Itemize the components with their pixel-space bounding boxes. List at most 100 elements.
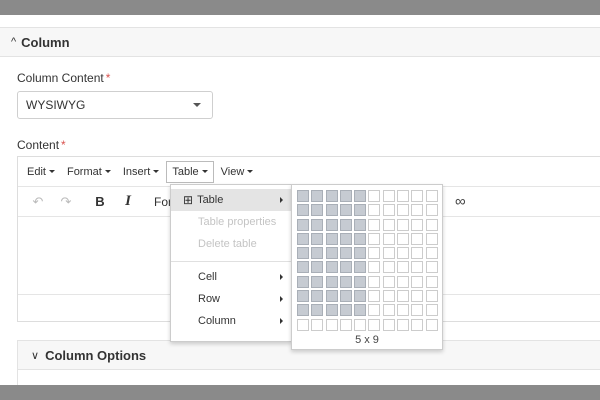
grid-cell[interactable]	[397, 290, 410, 303]
grid-cell[interactable]	[339, 218, 352, 231]
grid-cell[interactable]	[411, 232, 424, 245]
grid-cell[interactable]	[297, 247, 309, 260]
grid-cell[interactable]	[411, 304, 424, 317]
grid-cell[interactable]	[325, 318, 338, 331]
redo-icon[interactable]: ↷	[54, 191, 78, 213]
grid-cell[interactable]	[397, 275, 410, 288]
grid-cell[interactable]	[325, 275, 338, 288]
grid-cell[interactable]	[354, 304, 367, 317]
column-section-header[interactable]: ^ Column	[0, 27, 600, 57]
grid-cell[interactable]	[382, 190, 395, 202]
grid-cell[interactable]	[368, 190, 381, 202]
grid-cell[interactable]	[325, 304, 338, 317]
grid-cell[interactable]	[311, 304, 324, 317]
grid-cell[interactable]	[368, 232, 381, 245]
grid-cell[interactable]	[368, 247, 381, 260]
grid-cell[interactable]	[425, 247, 438, 260]
grid-cell[interactable]	[425, 304, 438, 317]
grid-cell[interactable]	[339, 204, 352, 217]
grid-cell[interactable]	[297, 318, 309, 331]
italic-button[interactable]: I	[116, 191, 140, 213]
menu-table[interactable]: Table	[166, 160, 214, 183]
grid-cell[interactable]	[311, 218, 324, 231]
grid-cell[interactable]	[425, 318, 438, 331]
grid-cell[interactable]	[297, 232, 309, 245]
grid-cell[interactable]	[411, 218, 424, 231]
grid-cell[interactable]	[354, 261, 367, 274]
grid-cell[interactable]	[368, 304, 381, 317]
grid-cell[interactable]	[354, 204, 367, 217]
grid-cell[interactable]	[368, 290, 381, 303]
grid-cell[interactable]	[411, 275, 424, 288]
menu-view[interactable]: View	[216, 161, 259, 183]
grid-cell[interactable]	[339, 290, 352, 303]
grid-cell[interactable]	[339, 247, 352, 260]
grid-cell[interactable]	[325, 218, 338, 231]
grid-cell[interactable]	[325, 261, 338, 274]
menu-item-column[interactable]: Column	[171, 310, 291, 332]
grid-cell[interactable]	[339, 318, 352, 331]
grid-cell[interactable]	[368, 218, 381, 231]
grid-cell[interactable]	[311, 318, 324, 331]
undo-icon[interactable]: ↶	[26, 191, 50, 213]
grid-cell[interactable]	[339, 304, 352, 317]
grid-cell[interactable]	[311, 204, 324, 217]
grid-cell[interactable]	[297, 190, 309, 202]
grid-cell[interactable]	[397, 190, 410, 202]
grid-cell[interactable]	[311, 190, 324, 202]
grid-cell[interactable]	[411, 204, 424, 217]
grid-cell[interactable]	[425, 261, 438, 274]
menu-item-table[interactable]: ⊞ Table	[171, 189, 291, 211]
grid-cell[interactable]	[425, 204, 438, 217]
bold-button[interactable]: B	[88, 191, 112, 213]
grid-cell[interactable]	[397, 261, 410, 274]
grid-cell[interactable]	[325, 204, 338, 217]
grid-cell[interactable]	[382, 275, 395, 288]
menu-edit[interactable]: Edit	[22, 161, 60, 183]
grid-cell[interactable]	[425, 275, 438, 288]
menu-item-cell[interactable]: Cell	[171, 266, 291, 288]
grid-cell[interactable]	[425, 290, 438, 303]
grid-cell[interactable]	[382, 290, 395, 303]
grid-cell[interactable]	[297, 261, 309, 274]
grid-cell[interactable]	[425, 218, 438, 231]
grid-cell[interactable]	[354, 275, 367, 288]
grid-cell[interactable]	[297, 304, 309, 317]
grid-cell[interactable]	[382, 304, 395, 317]
grid-cell[interactable]	[311, 247, 324, 260]
grid-cell[interactable]	[339, 232, 352, 245]
grid-cell[interactable]	[325, 247, 338, 260]
grid-cell[interactable]	[354, 190, 367, 202]
grid-cell[interactable]	[368, 318, 381, 331]
grid-cell[interactable]	[425, 190, 438, 202]
grid-cell[interactable]	[325, 290, 338, 303]
grid-cell[interactable]	[382, 232, 395, 245]
grid-cell[interactable]	[297, 218, 309, 231]
grid-cell[interactable]	[339, 190, 352, 202]
menu-format[interactable]: Format	[62, 161, 116, 183]
grid-cell[interactable]	[297, 204, 309, 217]
grid-cell[interactable]	[397, 318, 410, 331]
grid-cell[interactable]	[368, 275, 381, 288]
grid-cell[interactable]	[311, 275, 324, 288]
grid-cell[interactable]	[297, 275, 309, 288]
grid-cell[interactable]	[354, 247, 367, 260]
grid-cell[interactable]	[397, 204, 410, 217]
grid-cell[interactable]	[297, 290, 309, 303]
grid-cell[interactable]	[382, 218, 395, 231]
link-icon[interactable]: ∞	[455, 193, 466, 210]
grid-cell[interactable]	[354, 232, 367, 245]
grid-cell[interactable]	[311, 261, 324, 274]
grid-cell[interactable]	[411, 318, 424, 331]
column-content-select[interactable]: WYSIWYG	[17, 91, 213, 119]
grid-cell[interactable]	[382, 204, 395, 217]
grid-cell[interactable]	[325, 190, 338, 202]
grid-cell[interactable]	[339, 275, 352, 288]
grid-cell[interactable]	[411, 247, 424, 260]
grid-cell[interactable]	[382, 247, 395, 260]
grid-cell[interactable]	[382, 261, 395, 274]
grid-cell[interactable]	[354, 218, 367, 231]
grid-cell[interactable]	[368, 261, 381, 274]
menu-insert[interactable]: Insert	[118, 161, 165, 183]
grid-cell[interactable]	[411, 190, 424, 202]
